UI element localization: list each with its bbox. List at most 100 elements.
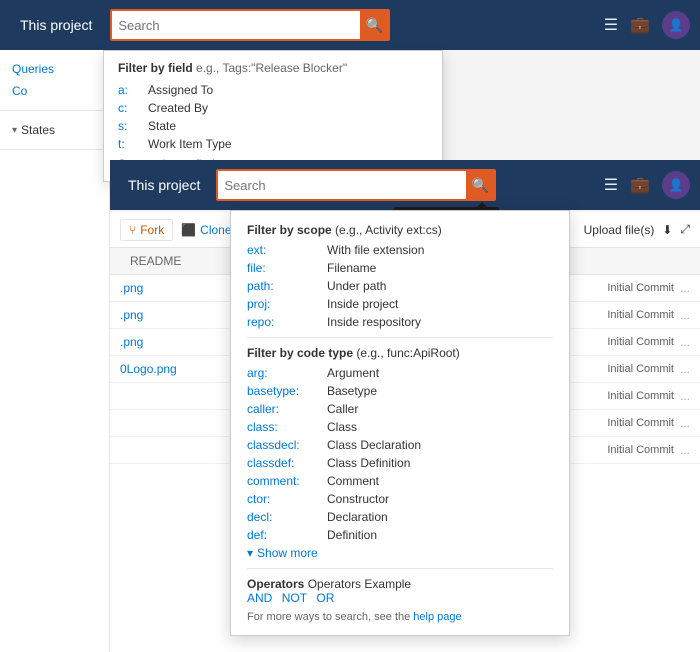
code-key-basetype[interactable]: basetype: [247,384,327,398]
search-input-fore[interactable] [224,178,466,193]
project-name-behind: This project [10,11,102,39]
scope-key-ext[interactable]: ext: [247,243,327,257]
code-row-class: class: Class [247,420,553,434]
code-row-classdecl: classdecl: Class Declaration [247,438,553,452]
clone-icon: ⬛ [181,223,196,237]
file-dots-5[interactable]: ... [680,416,690,430]
avatar-fore[interactable]: 👤 [662,171,690,199]
scope-title: Filter by scope [247,223,332,237]
filter-key-a[interactable]: a: [118,83,148,97]
code-key-ctor[interactable]: ctor: [247,492,327,506]
scope-key-path[interactable]: path: [247,279,327,293]
scope-row-path: path: Under path [247,279,553,293]
code-row-ctor: ctor: Constructor [247,492,553,506]
op-or[interactable]: OR [316,591,334,605]
search-btn-fore[interactable]: 🔍 [466,171,494,199]
code-desc-def: Definition [327,528,377,542]
file-dots-1[interactable]: ... [680,308,690,322]
scope-key-file[interactable]: file: [247,261,327,275]
file-dots-6[interactable]: ... [680,443,690,457]
download-icon[interactable]: ⬇ [662,223,672,237]
scope-row-repo: repo: Inside respository [247,315,553,329]
scope-hint: (e.g., Activity ext:cs) [335,223,442,237]
code-key-arg[interactable]: arg: [247,366,327,380]
left-sidebar: Queries Co ▾ States [0,50,110,652]
filter-row-t: t: Work Item Type [118,137,428,151]
search-box-fore[interactable]: 🔍 Get search results [216,169,496,201]
sidebar-states-section: ▾ States [0,111,109,150]
scope-desc-proj: Inside project [327,297,398,311]
file-dots-3[interactable]: ... [680,362,690,376]
states-dropdown[interactable]: ▾ States [6,119,103,141]
code-key-comment[interactable]: comment: [247,474,327,488]
operators-section: Operators Operators Example AND NOT OR [247,577,553,605]
file-commit-5: Initial Commit [607,417,674,429]
code-row-def: def: Definition [247,528,553,542]
top-nav-fore: This project 🔍 Get search results ☰ 💼 👤 [110,160,700,210]
code-desc-arg: Argument [327,366,379,380]
list-icon-behind[interactable]: ☰ [604,15,618,35]
code-desc-classdecl: Class Declaration [327,438,421,452]
file-dots-4[interactable]: ... [680,389,690,403]
code-desc-caller: Caller [327,402,358,416]
code-row-arg: arg: Argument [247,366,553,380]
code-desc-basetype: Basetype [327,384,377,398]
divider-1 [247,337,553,338]
code-key-def[interactable]: def: [247,528,327,542]
nav-icons-behind: ☰ 💼 👤 [604,11,690,39]
code-key-caller[interactable]: caller: [247,402,327,416]
code-key-class[interactable]: class: [247,420,327,434]
file-commit-3: Initial Commit [607,363,674,375]
file-dots-2[interactable]: ... [680,335,690,349]
project-name-fore: This project [120,173,208,197]
filter-key-s[interactable]: s: [118,119,148,133]
filter-key-c[interactable]: c: [118,101,148,115]
search-btn-behind[interactable]: 🔍 [360,11,388,39]
search-box-behind[interactable]: 🔍 [110,9,390,41]
divider-2 [247,568,553,569]
code-desc-ctor: Constructor [327,492,389,506]
help-text: For more ways to search, see the help pa… [247,611,553,623]
clone-button[interactable]: ⬛ Clone [181,223,231,237]
filter-desc-s: State [148,119,176,133]
code-key-classdef[interactable]: classdef: [247,456,327,470]
code-row-basetype: basetype: Basetype [247,384,553,398]
filter-row-c: c: Created By [118,101,428,115]
readme-label: README [130,254,181,268]
code-key-classdecl[interactable]: classdecl: [247,438,327,452]
op-not[interactable]: NOT [282,591,307,605]
show-more-button[interactable]: ▾ Show more [247,546,553,560]
code-row-decl: decl: Declaration [247,510,553,524]
code-key-decl[interactable]: decl: [247,510,327,524]
list-icon-fore[interactable]: ☰ [604,175,618,195]
upload-area: Upload file(s) ⬇ ⤢ [584,222,690,237]
upload-label[interactable]: Upload file(s) [584,223,655,237]
code-hint: (e.g., func:ApiRoot) [356,346,459,360]
sidebar-item-co[interactable]: Co [6,80,103,102]
help-page-link[interactable]: help page [413,611,461,623]
sidebar-item-queries[interactable]: Queries [6,58,103,80]
fork-button[interactable]: ⑂ Fork [120,219,173,241]
file-commit-0: Initial Commit [607,282,674,294]
scope-row-proj: proj: Inside project [247,297,553,311]
sidebar-top: Queries Co [0,50,109,111]
avatar-behind[interactable]: 👤 [662,11,690,39]
file-commit-6: Initial Commit [607,444,674,456]
scope-key-proj[interactable]: proj: [247,297,327,311]
file-dots-0[interactable]: ... [680,281,690,295]
states-label: States [21,123,55,137]
scope-desc-repo: Inside respository [327,315,421,329]
scope-section-label: Filter by scope (e.g., Activity ext:cs) [247,223,553,237]
filter-key-t[interactable]: t: [118,137,148,151]
op-and[interactable]: AND [247,591,272,605]
expand-icon[interactable]: ⤢ [680,222,690,237]
briefcase-icon-fore[interactable]: 💼 [630,175,650,195]
nav-icons-fore: ☰ 💼 👤 [604,171,690,199]
scope-desc-path: Under path [327,279,386,293]
search-input-behind[interactable] [118,18,360,33]
filter-hint-behind: e.g., Tags:"Release Blocker" [196,61,347,75]
briefcase-icon-behind[interactable]: 💼 [630,15,650,35]
scope-key-repo[interactable]: repo: [247,315,327,329]
filter-row-a: a: Assigned To [118,83,428,97]
filter-desc-t: Work Item Type [148,137,232,151]
